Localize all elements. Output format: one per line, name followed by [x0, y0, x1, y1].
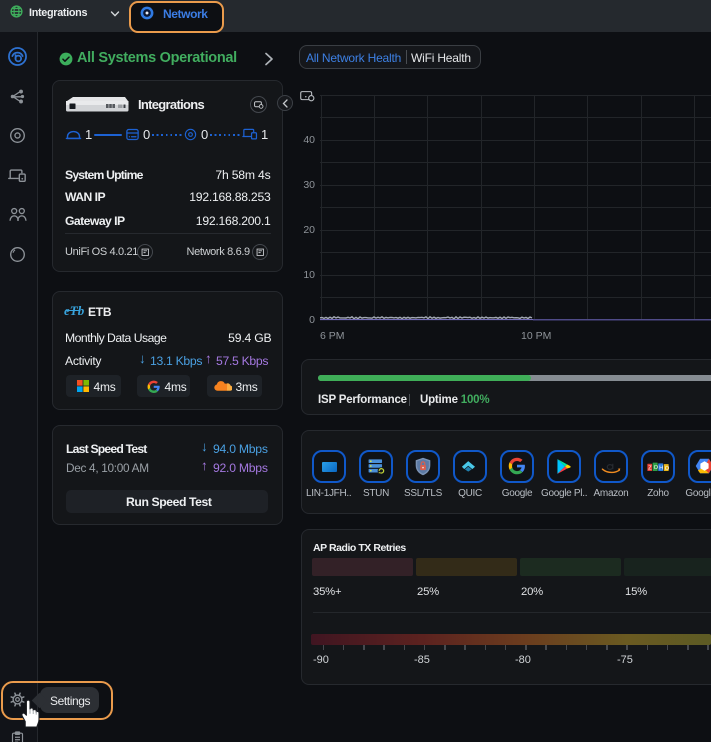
svg-text:O: O — [665, 466, 669, 472]
svg-text:Z: Z — [648, 466, 652, 472]
svg-text:O: O — [654, 465, 659, 471]
svg-text:H: H — [659, 465, 663, 471]
